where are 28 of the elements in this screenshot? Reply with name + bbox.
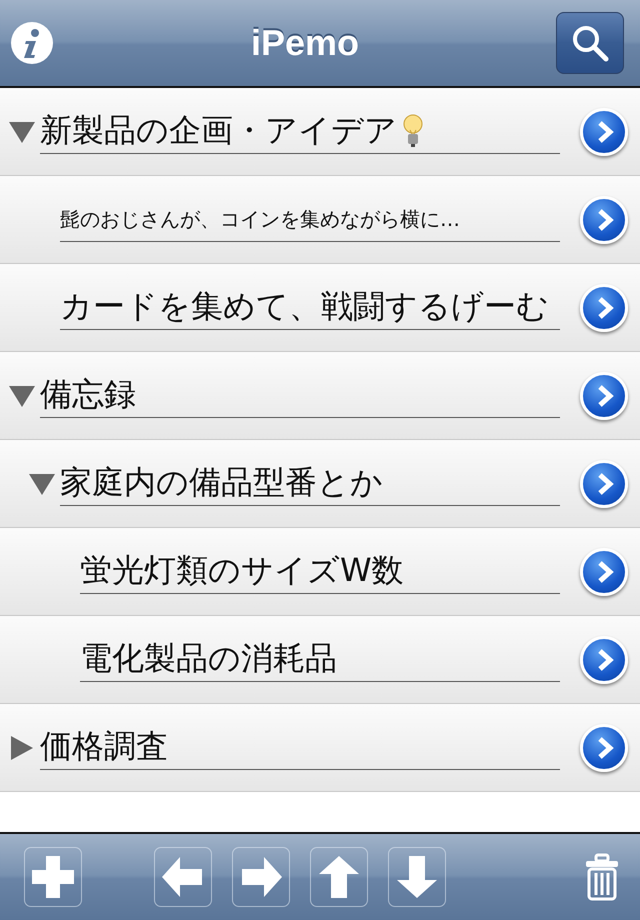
detail-disclosure-button[interactable] — [580, 284, 628, 332]
left-arrow-button[interactable] — [154, 847, 212, 907]
right-arrow-button[interactable] — [232, 847, 290, 907]
detail-disclosure-button[interactable] — [580, 372, 628, 420]
expanded-triangle-icon[interactable] — [8, 384, 36, 408]
item-title: 新製品の企画・アイデア — [40, 110, 397, 151]
expanded-triangle-icon[interactable] — [8, 120, 36, 144]
item-title: カードを集めて、戦闘するげーむ — [60, 286, 549, 327]
item-title: 髭のおじさんが、コインを集めながら横に… — [60, 206, 460, 232]
item-title: 備忘録 — [40, 374, 136, 415]
down-arrow-button[interactable] — [388, 847, 446, 907]
info-icon[interactable] — [10, 21, 54, 65]
item-title: 家庭内の備品型番とか — [60, 462, 383, 503]
detail-disclosure-button[interactable] — [580, 636, 628, 684]
detail-disclosure-button[interactable] — [580, 460, 628, 508]
detail-disclosure-button[interactable] — [580, 724, 628, 772]
app-title: iPemo — [250, 22, 360, 64]
item-title: 蛍光灯類のサイズW数 — [80, 550, 404, 591]
detail-disclosure-button[interactable] — [580, 548, 628, 596]
expanded-triangle-icon[interactable] — [28, 472, 56, 496]
item-title: 価格調査 — [40, 726, 168, 767]
item-title: 電化製品の消耗品 — [80, 638, 337, 679]
search-button[interactable] — [556, 12, 624, 74]
detail-disclosure-button[interactable] — [580, 196, 628, 244]
add-button[interactable] — [24, 847, 82, 907]
up-arrow-button[interactable] — [310, 847, 368, 907]
detail-disclosure-button[interactable] — [580, 108, 628, 156]
trash-button[interactable] — [584, 853, 620, 901]
